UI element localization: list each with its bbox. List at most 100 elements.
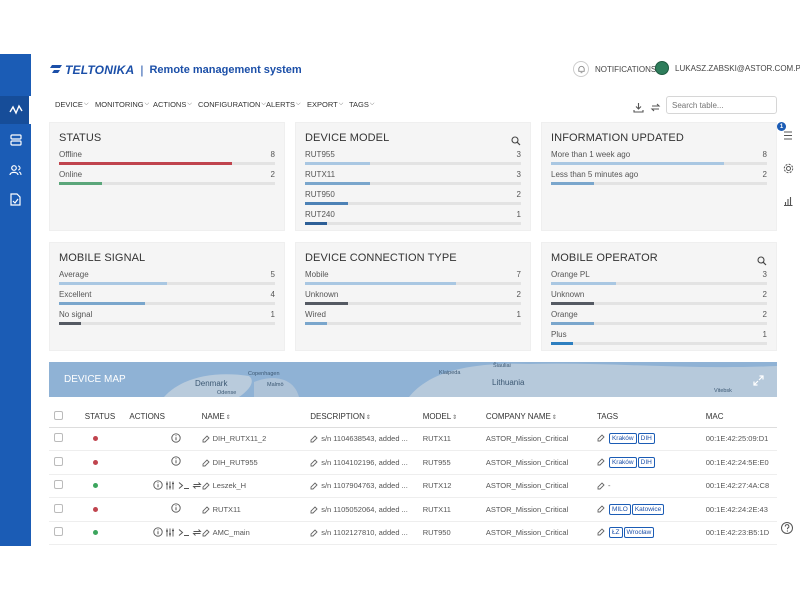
tag-chip[interactable]: Wrocław xyxy=(623,527,655,539)
stat-row[interactable]: No signal 1 xyxy=(59,310,275,330)
column-header-tags[interactable]: TAGS xyxy=(596,406,706,428)
column-header-company[interactable]: COMPANY NAME⇕ xyxy=(485,406,597,428)
menu-export[interactable]: EXPORT ⌵ xyxy=(307,100,343,109)
stat-row[interactable]: More than 1 week ago 8 xyxy=(551,150,767,170)
stat-row[interactable]: Excellent 4 xyxy=(59,290,275,310)
edit-description-icon[interactable] xyxy=(310,434,321,443)
device-name[interactable]: AMC_main xyxy=(213,528,250,537)
table-row[interactable]: Leszek_H s/n 1107904763, added ... RUTX12 A… xyxy=(49,474,777,498)
row-checkbox[interactable] xyxy=(54,527,63,537)
edit-tags-icon[interactable] xyxy=(597,457,608,466)
edit-tags-icon[interactable] xyxy=(597,527,608,536)
device-name[interactable]: DIH_RUTX11_2 xyxy=(213,434,267,443)
refresh-icon[interactable] xyxy=(192,528,202,539)
edit-tags-icon[interactable] xyxy=(597,481,608,490)
column-header-description[interactable]: DESCRIPTION⇕ xyxy=(310,406,423,428)
search-icon[interactable] xyxy=(511,133,521,151)
edit-name-icon[interactable] xyxy=(202,434,213,443)
sidebar-item-devices[interactable] xyxy=(0,126,31,154)
column-header-mac[interactable]: MAC xyxy=(705,406,777,428)
column-header-model[interactable]: MODEL⇕ xyxy=(422,406,486,428)
tag-chip[interactable]: ŁZ xyxy=(608,527,623,539)
tag-chip[interactable]: Kraków xyxy=(608,433,637,445)
stat-row[interactable]: Less than 5 minutes ago 2 xyxy=(551,170,767,190)
row-checkbox[interactable] xyxy=(54,503,63,513)
edit-tags-icon[interactable] xyxy=(597,504,608,513)
menu-device[interactable]: DEVICE ⌵ xyxy=(55,100,89,109)
brand[interactable]: TELTONIKA | Remote management system xyxy=(49,61,302,79)
sliders-icon[interactable] xyxy=(165,481,175,492)
tag-chip[interactable]: MILO xyxy=(608,503,631,515)
stat-row[interactable]: Online 2 xyxy=(59,170,275,190)
terminal-icon[interactable] xyxy=(178,528,190,539)
column-header-name[interactable]: NAME⇕ xyxy=(201,406,311,428)
edit-description-icon[interactable] xyxy=(310,528,321,537)
sidebar-item-users[interactable] xyxy=(0,156,31,184)
table-row[interactable]: RUTX11 s/n 1105052064, added ... RUTX11 AST… xyxy=(49,497,777,522)
edit-tags-icon[interactable] xyxy=(597,433,608,442)
sort-icon[interactable]: ⇕ xyxy=(366,415,371,421)
table-row[interactable]: DIH_RUT955 s/n 1104102196, added ... RUT95… xyxy=(49,450,777,475)
tag-chip[interactable]: Kraków xyxy=(608,456,637,468)
stat-row[interactable]: Unknown 2 xyxy=(305,290,521,310)
info-icon[interactable] xyxy=(153,480,164,492)
list-panel-button[interactable] xyxy=(777,126,799,144)
sidebar-item-monitoring[interactable] xyxy=(0,96,31,124)
edit-name-icon[interactable] xyxy=(202,528,213,537)
stat-row[interactable]: Orange PL 3 xyxy=(551,270,767,290)
stat-row[interactable]: RUT955 3 xyxy=(305,150,521,170)
sliders-icon[interactable] xyxy=(165,528,175,539)
stat-row[interactable]: Offline 8 xyxy=(59,150,275,170)
menu-configuration[interactable]: CONFIGURATION ⌵ xyxy=(198,100,266,109)
info-icon[interactable] xyxy=(171,433,182,445)
table-row[interactable]: DIH_RUTX11_2 s/n 1104638543, added ... RUT… xyxy=(49,427,777,451)
tag-chip[interactable]: Katowice xyxy=(631,503,665,515)
edit-name-icon[interactable] xyxy=(202,505,213,514)
menu-actions[interactable]: ACTIONS ⌵ xyxy=(153,100,192,109)
sort-icon[interactable]: ⇕ xyxy=(552,415,557,421)
device-map[interactable]: DEVICE MAP Denmark Copenhagen Malmö Klai… xyxy=(49,362,777,397)
help-icon[interactable] xyxy=(780,521,794,535)
stat-row[interactable]: RUT240 1 xyxy=(305,210,521,230)
stat-row[interactable]: Orange 2 xyxy=(551,310,767,330)
device-name[interactable]: DIH_RUT955 xyxy=(213,458,258,467)
search-input[interactable] xyxy=(666,96,777,114)
stat-row[interactable]: Average 5 xyxy=(59,270,275,290)
device-name[interactable]: RUTX11 xyxy=(213,505,241,514)
row-checkbox[interactable] xyxy=(54,456,63,466)
edit-description-icon[interactable] xyxy=(310,505,321,514)
stat-row[interactable]: RUTX11 3 xyxy=(305,170,521,190)
refresh-icon[interactable] xyxy=(192,481,202,492)
sort-icon[interactable]: ⇕ xyxy=(226,415,231,421)
stats-panel-button[interactable] xyxy=(777,192,799,210)
info-icon[interactable] xyxy=(171,456,182,468)
edit-name-icon[interactable] xyxy=(202,481,213,490)
terminal-icon[interactable] xyxy=(178,481,190,492)
tag-chip[interactable]: DIH xyxy=(637,433,655,445)
menu-tags[interactable]: TAGS ⌵ xyxy=(349,100,374,109)
info-icon[interactable] xyxy=(171,503,182,515)
info-icon[interactable] xyxy=(153,527,164,539)
column-header-status[interactable]: STATUS xyxy=(84,406,130,428)
menu-monitoring[interactable]: MONITORING ⌵ xyxy=(95,100,149,109)
expand-icon[interactable] xyxy=(753,373,764,391)
notifications-button[interactable]: NOTIFICATIONS xyxy=(573,61,656,77)
device-name[interactable]: Leszek_H xyxy=(213,481,246,490)
edit-description-icon[interactable] xyxy=(310,458,321,467)
stat-row[interactable]: Wired 1 xyxy=(305,310,521,330)
select-all-checkbox[interactable] xyxy=(54,410,63,420)
row-checkbox[interactable] xyxy=(54,433,63,443)
settings-panel-button[interactable] xyxy=(777,159,799,177)
sidebar-item-files[interactable] xyxy=(0,185,31,213)
search-icon[interactable] xyxy=(757,253,767,271)
sort-icon[interactable]: ⇕ xyxy=(452,415,457,421)
edit-description-icon[interactable] xyxy=(310,481,321,490)
stat-row[interactable]: Unknown 2 xyxy=(551,290,767,310)
table-row[interactable]: AMC_main s/n 1102127810, added ... RUT950 A… xyxy=(49,521,777,545)
stat-row[interactable]: Mobile 7 xyxy=(305,270,521,290)
tag-chip[interactable]: DIH xyxy=(637,456,655,468)
menu-alerts[interactable]: ALERTS ⌵ xyxy=(266,100,301,109)
edit-name-icon[interactable] xyxy=(202,458,213,467)
stat-row[interactable]: Plus 1 xyxy=(551,330,767,350)
row-checkbox[interactable] xyxy=(54,480,63,490)
